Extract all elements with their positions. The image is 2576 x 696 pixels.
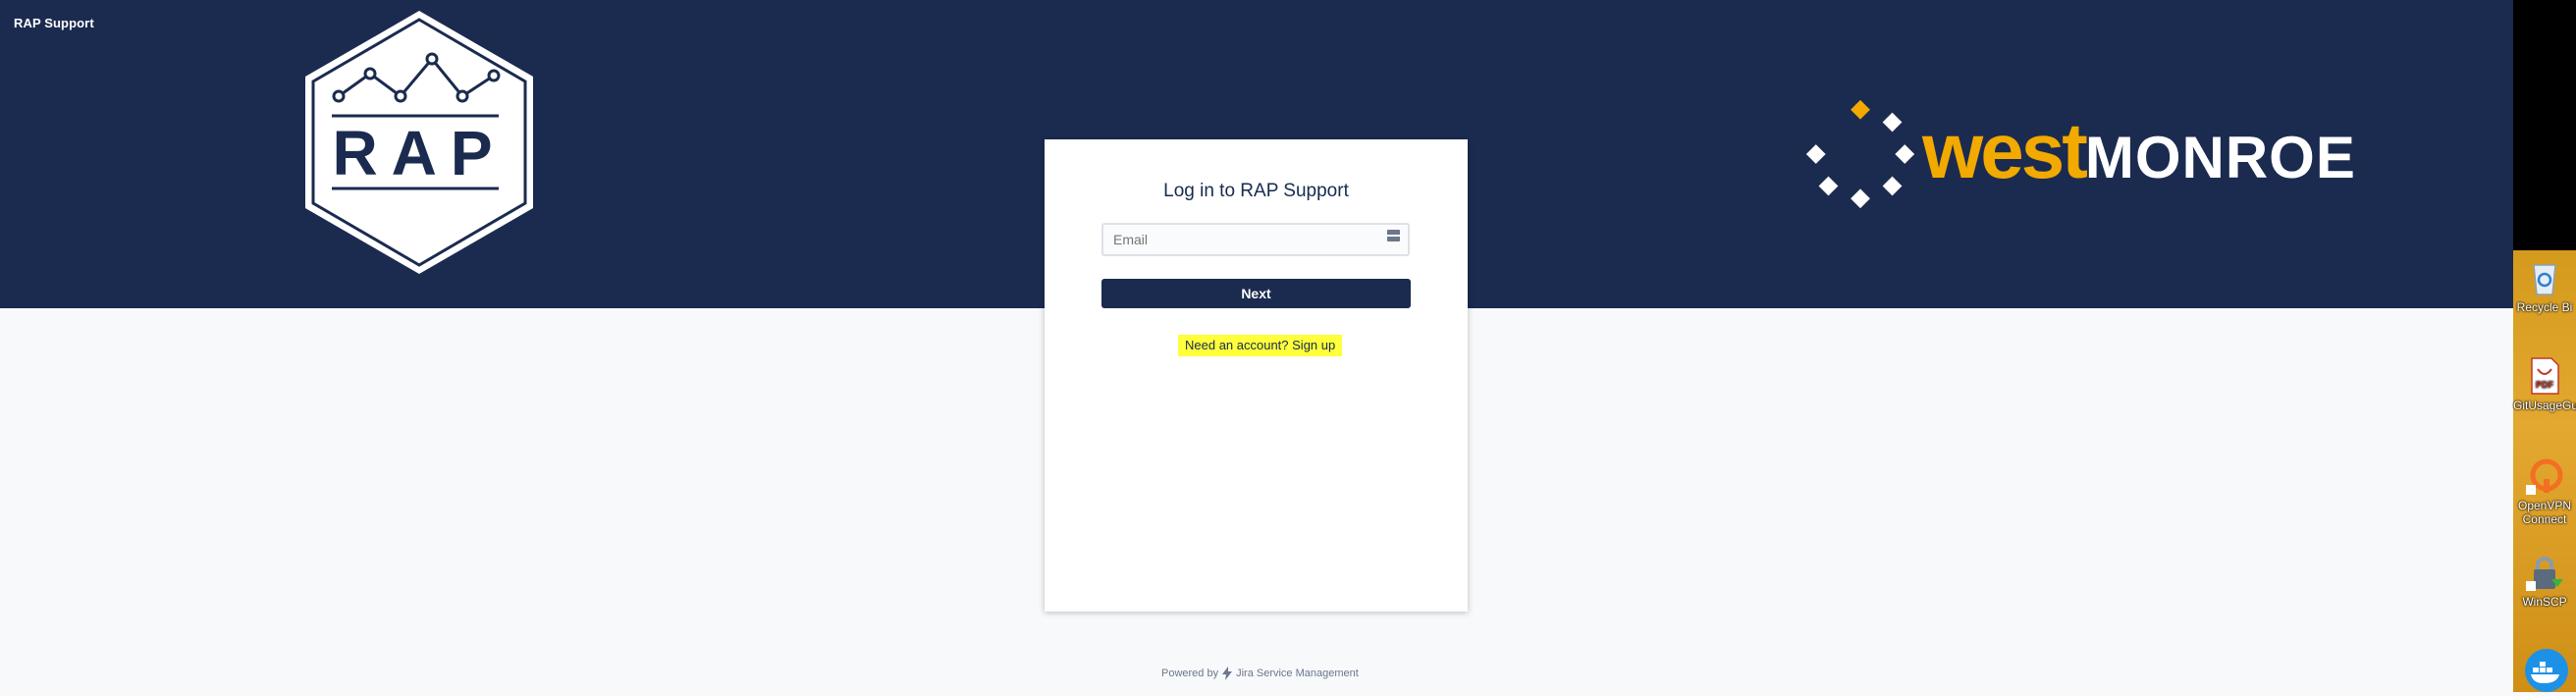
recycle-bin-icon (2524, 257, 2565, 298)
openvpn-icon (2524, 455, 2565, 497)
desktop-icon-winscp[interactable]: WinSCP (2513, 552, 2576, 609)
pdf-icon: PDF (2524, 355, 2565, 397)
docker-icon (2524, 648, 2568, 692)
svg-text:PDF: PDF (2536, 380, 2554, 390)
signup-link[interactable]: Need an account? Sign up (1178, 335, 1343, 356)
desktop-icon-pdf[interactable]: PDF GitUsageGu (2513, 355, 2576, 412)
rap-logo-text: RAP (332, 118, 506, 188)
footer: Powered by Jira Service Management (1161, 667, 1359, 680)
desktop-icon-openvpn[interactable]: OpenVPN Connect (2513, 455, 2576, 526)
logo-west-text: west (1922, 107, 2088, 194)
logo-monroe-text: MONROE (2084, 125, 2356, 190)
desktop-icon-docker[interactable] (2513, 648, 2576, 692)
lightning-icon (1222, 667, 1233, 680)
powered-by-label: Powered by (1161, 668, 1219, 679)
autofill-icon[interactable] (1387, 230, 1400, 241)
email-field[interactable] (1101, 223, 1410, 256)
rap-logo: RAP (305, 11, 533, 274)
west-monroe-mark-icon (1805, 99, 1915, 209)
login-title: Log in to RAP Support (1163, 181, 1349, 201)
product-link[interactable]: Jira Service Management (1236, 668, 1359, 679)
west-monroe-logo: westMONROE (1805, 99, 2395, 210)
login-card: Log in to RAP Support Next Need an accou… (1045, 139, 1468, 612)
winscp-icon (2524, 552, 2565, 593)
site-title[interactable]: RAP Support (14, 16, 94, 30)
next-button[interactable]: Next (1101, 279, 1411, 308)
desktop-icon-recycle-bin[interactable]: Recycle Bi (2513, 257, 2576, 314)
desktop-strip: Recycle Bi PDF GitUsageGu OpenVPN Connec… (2513, 0, 2576, 692)
